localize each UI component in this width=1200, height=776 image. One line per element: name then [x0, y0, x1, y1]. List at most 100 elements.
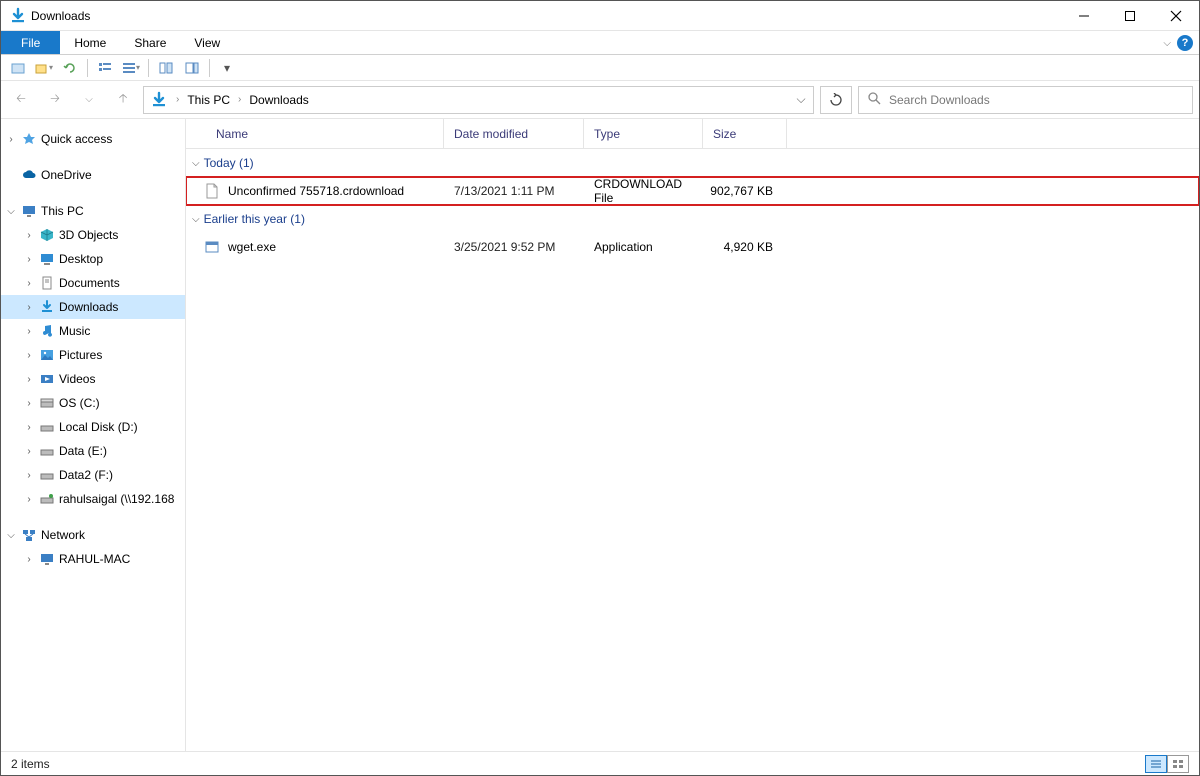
music-note-icon — [39, 323, 55, 339]
qat-undo-icon[interactable] — [59, 58, 81, 78]
column-headers: Name Date modified Type Size — [186, 119, 1199, 149]
view-details-button[interactable] — [1145, 755, 1167, 773]
nav-this-pc[interactable]: ⌵ This PC — [1, 199, 185, 223]
nav-pictures[interactable]: › Pictures — [1, 343, 185, 367]
search-input[interactable]: Search Downloads — [858, 86, 1193, 114]
qat-properties-icon[interactable] — [7, 58, 29, 78]
file-row[interactable]: Unconfirmed 755718.crdownload 7/13/2021 … — [186, 177, 1199, 205]
exe-file-icon — [204, 239, 220, 255]
column-type[interactable]: Type — [584, 119, 703, 148]
nav-recent-button[interactable]: ⌵ — [75, 86, 103, 114]
pc-icon — [21, 203, 37, 219]
file-type: CRDOWNLOAD File — [584, 177, 703, 205]
breadcrumb-this-pc[interactable]: This PC — [187, 93, 230, 107]
nav-downloads[interactable]: › Downloads — [1, 295, 185, 319]
ribbon-expand-icon[interactable]: ⌵ — [1163, 38, 1171, 49]
drive-icon — [39, 395, 55, 411]
column-name[interactable]: Name — [186, 119, 444, 148]
tab-share[interactable]: Share — [120, 31, 180, 54]
breadcrumb-downloads[interactable]: Downloads — [249, 93, 308, 107]
nav-documents[interactable]: › Documents — [1, 271, 185, 295]
column-date[interactable]: Date modified — [444, 119, 584, 148]
nav-quick-access[interactable]: › Quick access — [1, 127, 185, 151]
nav-network-computer[interactable]: › RAHUL-MAC — [1, 547, 185, 571]
search-placeholder: Search Downloads — [889, 93, 990, 107]
nav-up-button[interactable]: 🡡 — [109, 86, 137, 114]
group-earlier[interactable]: ⌵ Earlier this year (1) — [186, 205, 1199, 233]
file-size: 4,920 KB — [703, 240, 787, 254]
star-icon — [21, 131, 37, 147]
tab-file[interactable]: File — [1, 31, 60, 54]
network-drive-icon — [39, 491, 55, 507]
status-bar: 2 items — [1, 751, 1199, 775]
picture-icon — [39, 347, 55, 363]
navigation-pane: › Quick access OneDrive ⌵ This PC › 3D O… — [1, 119, 186, 751]
nav-drive-c[interactable]: › OS (C:) — [1, 391, 185, 415]
qat-view-details-icon[interactable] — [94, 58, 116, 78]
file-name: wget.exe — [228, 240, 276, 254]
nav-back-button[interactable]: 🡠 — [7, 86, 35, 114]
column-size[interactable]: Size — [703, 119, 787, 148]
address-row: 🡠 🡢 ⌵ 🡡 › This PC › Downloads ⌵ Search D… — [1, 81, 1199, 119]
qat-customize-icon[interactable]: ▾ — [216, 58, 238, 78]
qat-details-pane-icon[interactable] — [181, 58, 203, 78]
cube-icon — [39, 227, 55, 243]
desktop-icon — [39, 251, 55, 267]
nav-drive-f[interactable]: › Data2 (F:) — [1, 463, 185, 487]
cloud-icon — [21, 167, 37, 183]
pc-icon — [39, 551, 55, 567]
address-folder-icon — [150, 91, 168, 109]
network-icon — [21, 527, 37, 543]
nav-onedrive[interactable]: OneDrive — [1, 163, 185, 187]
breadcrumb-chevron-icon[interactable]: › — [172, 94, 183, 105]
drive-icon — [39, 443, 55, 459]
tab-view[interactable]: View — [180, 31, 234, 54]
drive-icon — [39, 467, 55, 483]
download-arrow-icon — [39, 299, 55, 315]
minimize-button[interactable] — [1061, 1, 1107, 31]
nav-videos[interactable]: › Videos — [1, 367, 185, 391]
file-date: 3/25/2021 9:52 PM — [444, 240, 584, 254]
document-icon — [39, 275, 55, 291]
nav-drive-e[interactable]: › Data (E:) — [1, 439, 185, 463]
search-icon — [867, 91, 881, 108]
qat-preview-pane-icon[interactable] — [155, 58, 177, 78]
video-icon — [39, 371, 55, 387]
nav-drive-d[interactable]: › Local Disk (D:) — [1, 415, 185, 439]
group-today[interactable]: ⌵ Today (1) — [186, 149, 1199, 177]
caret-down-icon: ⌵ — [5, 206, 17, 217]
status-item-count: 2 items — [11, 757, 50, 771]
nav-network-share[interactable]: › rahulsaigal (\\192.168 — [1, 487, 185, 511]
caret-down-icon: ⌵ — [192, 158, 200, 169]
view-thumbnails-button[interactable] — [1167, 755, 1189, 773]
maximize-button[interactable] — [1107, 1, 1153, 31]
file-type: Application — [584, 240, 703, 254]
caret-right-icon: › — [5, 134, 17, 145]
nav-desktop[interactable]: › Desktop — [1, 247, 185, 271]
file-date: 7/13/2021 1:11 PM — [444, 184, 584, 198]
address-bar[interactable]: › This PC › Downloads ⌵ — [143, 86, 814, 114]
window-title: Downloads — [31, 9, 90, 23]
tab-home[interactable]: Home — [60, 31, 120, 54]
qat-view-list-icon[interactable]: ▾ — [120, 58, 142, 78]
caret-down-icon: ⌵ — [5, 530, 17, 541]
file-list-pane: Name Date modified Type Size ⌵ Today (1)… — [186, 119, 1199, 751]
nav-3d-objects[interactable]: › 3D Objects — [1, 223, 185, 247]
caret-down-icon: ⌵ — [192, 214, 200, 225]
file-row[interactable]: wget.exe 3/25/2021 9:52 PM Application 4… — [186, 233, 1199, 261]
file-name: Unconfirmed 755718.crdownload — [228, 184, 404, 198]
ribbon-tabs: File Home Share View ⌵ ? — [1, 31, 1199, 55]
qat-new-folder-icon[interactable]: ▾ — [33, 58, 55, 78]
file-size: 902,767 KB — [703, 184, 787, 198]
nav-music[interactable]: › Music — [1, 319, 185, 343]
drive-icon — [39, 419, 55, 435]
nav-forward-button[interactable]: 🡢 — [41, 86, 69, 114]
refresh-button[interactable] — [820, 86, 852, 114]
close-button[interactable] — [1153, 1, 1199, 31]
help-button[interactable]: ? — [1177, 35, 1193, 51]
breadcrumb-chevron-icon[interactable]: › — [234, 94, 245, 105]
address-history-dropdown[interactable]: ⌵ — [789, 92, 813, 107]
nav-network[interactable]: ⌵ Network — [1, 523, 185, 547]
quick-access-toolbar: ▾ ▾ ▾ — [1, 55, 1199, 81]
generic-file-icon — [204, 183, 220, 199]
